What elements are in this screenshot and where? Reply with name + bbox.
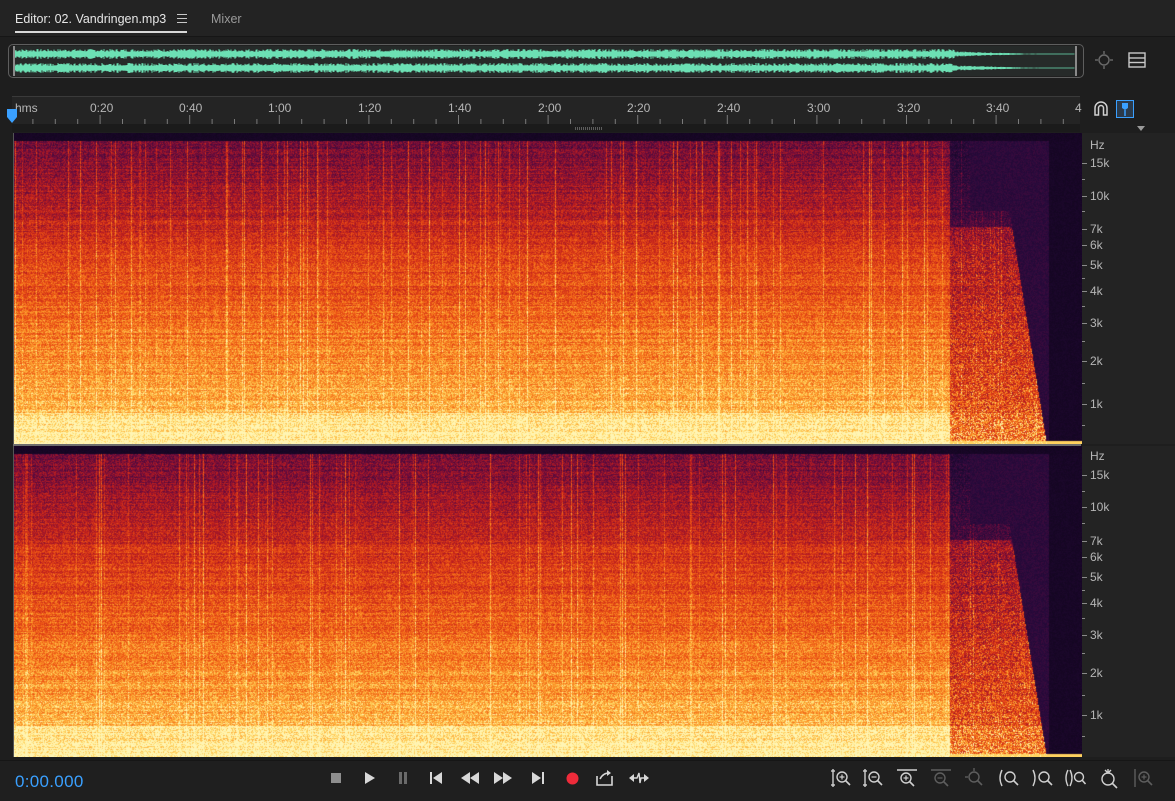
zoom-in-left-edge-icon[interactable] — [997, 767, 1019, 789]
stop-icon — [331, 773, 341, 783]
ruler-label: 1:20 — [358, 101, 382, 115]
freq-unit-label: Hz — [1090, 449, 1105, 463]
zoom-in-amplitude-icon[interactable] — [830, 767, 852, 789]
ruler-label: 1:00 — [268, 101, 292, 115]
zoom-in-time-icon[interactable] — [896, 767, 918, 789]
zoom-out-full-icon[interactable] — [930, 767, 952, 789]
skip-selection-icon — [596, 770, 613, 786]
skip-selection-button[interactable] — [594, 768, 616, 788]
marker-pin-icon[interactable] — [1116, 100, 1134, 118]
playhead-marker[interactable] — [6, 108, 18, 124]
overview-visible-range[interactable] — [13, 46, 1077, 76]
freq-label: 6k — [1090, 238, 1103, 252]
record-icon — [566, 772, 578, 784]
rewind-button[interactable] — [459, 768, 481, 788]
freq-label: 15k — [1090, 468, 1110, 482]
zoom-out-amplitude-icon[interactable] — [862, 767, 884, 789]
zoom-reset-icon[interactable] — [1098, 767, 1120, 789]
stop-button[interactable] — [325, 768, 347, 788]
freq-unit-label: Hz — [1090, 138, 1105, 152]
freq-label: 4k — [1090, 284, 1103, 298]
move-to-previous-button[interactable] — [425, 768, 447, 788]
spectral-channel-right[interactable] — [13, 446, 1082, 757]
panel-tab-bar: Editor: 02. Vandringen.mp3 Mixer — [0, 0, 1175, 37]
loop-arrows-icon — [629, 772, 649, 784]
frequency-axis-left: Hz 15k 10k 7k 6k 5k 4k 3k 2k 1k — [1082, 133, 1175, 444]
freq-label: 2k — [1090, 666, 1103, 680]
ruler-label: 2:00 — [538, 101, 562, 115]
freq-label: 3k — [1090, 316, 1103, 330]
move-to-next-button[interactable] — [527, 768, 549, 788]
freq-label: 3k — [1090, 628, 1103, 642]
fast-forward-icon — [494, 772, 512, 784]
timeline-ruler[interactable]: hms 0:20 0:40 1:00 1:20 1:40 2:00 2:20 2… — [12, 96, 1082, 124]
freq-label: 4k — [1090, 596, 1103, 610]
freq-label: 10k — [1090, 500, 1110, 514]
freq-label: 7k — [1090, 222, 1103, 236]
freq-label: 1k — [1090, 708, 1103, 722]
loop-playback-button[interactable] — [628, 768, 650, 788]
tab-mixer[interactable]: Mixer — [211, 12, 242, 26]
scroll-grip-handle[interactable] — [575, 126, 603, 131]
ruler-unit-label: hms — [15, 101, 38, 115]
spectral-frequency-display-right[interactable] — [14, 446, 1082, 757]
pause-icon — [399, 772, 407, 784]
ruler-label: 4 — [1075, 101, 1082, 115]
ruler-label: 3:40 — [986, 101, 1010, 115]
zoom-out-full-both-icon[interactable] — [1132, 767, 1154, 789]
skip-next-icon — [532, 772, 544, 784]
active-tab-indicator — [15, 31, 187, 33]
snap-magnet-icon[interactable] — [1092, 100, 1110, 118]
ruler-label: 2:40 — [717, 101, 741, 115]
tab-editor[interactable]: Editor: 02. Vandringen.mp3 — [15, 12, 166, 26]
fast-forward-button[interactable] — [492, 768, 514, 788]
freq-label: 10k — [1090, 189, 1110, 203]
zoom-navigator-icon[interactable] — [1094, 50, 1114, 70]
freq-label: 6k — [1090, 550, 1103, 564]
ruler-label: 3:20 — [897, 101, 921, 115]
ruler-label: 1:40 — [448, 101, 472, 115]
waveform-overview[interactable] — [8, 44, 1084, 78]
ruler-label: 2:20 — [627, 101, 651, 115]
horizontal-zoom-bar[interactable] — [12, 124, 1080, 132]
current-time-display[interactable]: 0:00.000 — [15, 772, 84, 792]
spectral-channel-left[interactable] — [13, 133, 1082, 444]
play-icon — [365, 772, 375, 784]
frequency-axis-right: Hz 15k 10k 7k 6k 5k 4k 3k 2k 1k — [1082, 446, 1175, 757]
freq-label: 5k — [1090, 570, 1103, 584]
overview-waveform — [15, 49, 1075, 73]
freq-label: 7k — [1090, 534, 1103, 548]
freq-label: 5k — [1090, 258, 1103, 272]
rewind-icon — [461, 772, 479, 784]
view-options-chevron-down-icon[interactable] — [1137, 126, 1145, 131]
play-button[interactable] — [358, 768, 380, 788]
zoom-in-at-playhead-icon[interactable] — [964, 767, 986, 789]
freq-label: 15k — [1090, 156, 1110, 170]
ruler-label: 0:20 — [90, 101, 114, 115]
panel-menu-icon[interactable] — [177, 14, 187, 23]
ruler-label: 0:40 — [179, 101, 203, 115]
layout-list-icon[interactable] — [1127, 50, 1147, 70]
zoom-to-selection-icon[interactable] — [1064, 767, 1086, 789]
freq-label: 2k — [1090, 354, 1103, 368]
zoom-in-right-edge-icon[interactable] — [1031, 767, 1053, 789]
record-button[interactable] — [561, 768, 583, 788]
freq-label: 1k — [1090, 397, 1103, 411]
ruler-label: 3:00 — [807, 101, 831, 115]
pause-button[interactable] — [392, 768, 414, 788]
spectral-frequency-display-left[interactable] — [14, 133, 1082, 444]
skip-previous-icon — [430, 772, 442, 784]
